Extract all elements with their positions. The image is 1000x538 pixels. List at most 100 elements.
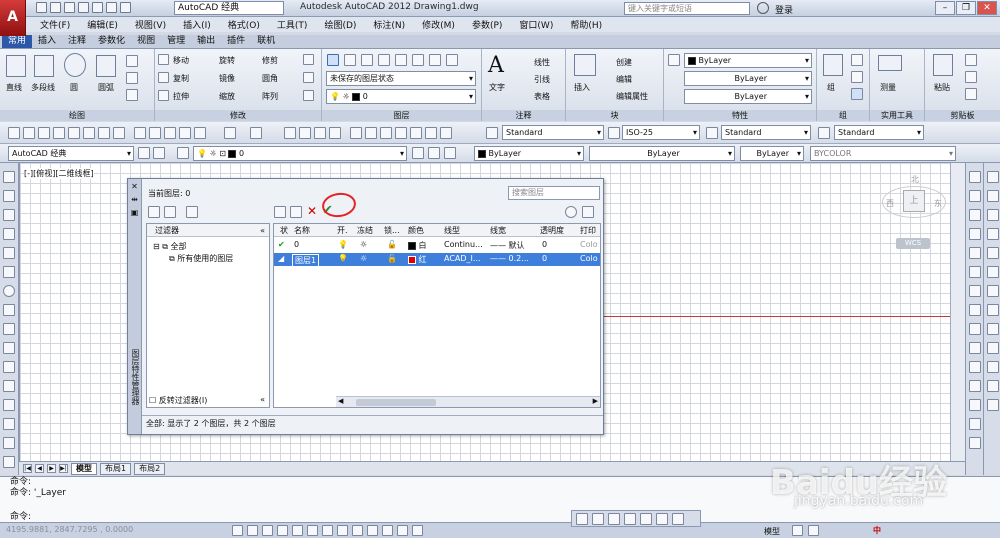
viewport-label[interactable]: [-][俯视][二维线框] <box>24 168 94 179</box>
menu-edit[interactable]: 编辑(E) <box>87 18 118 31</box>
next-layout-icon[interactable]: ▶ <box>47 464 56 473</box>
linetype-select[interactable]: ByLayer <box>684 71 812 86</box>
layer-plotstyle[interactable]: Colo <box>580 240 598 249</box>
layer-states-icon[interactable] <box>444 147 456 159</box>
group-select-icon[interactable] <box>851 88 863 100</box>
transparency-toggle-icon[interactable] <box>382 525 393 536</box>
layer-color[interactable]: 白 <box>408 240 427 251</box>
extend-icon[interactable] <box>969 361 981 373</box>
workspace-select[interactable]: AutoCAD 经典 <box>174 1 284 15</box>
quick-dim-icon[interactable] <box>987 323 999 335</box>
lineweight-control-select[interactable]: ByLayer <box>740 146 804 161</box>
match-properties-icon[interactable] <box>179 127 191 139</box>
revcloud-icon[interactable] <box>3 304 15 316</box>
wcs-menu[interactable]: WCS <box>896 238 930 249</box>
scroll-right-icon[interactable]: ▶ <box>593 397 598 405</box>
chamfer-icon[interactable] <box>969 418 981 430</box>
linetype-control-select[interactable]: ByLayer <box>589 146 735 161</box>
properties-group-title[interactable]: 特性 <box>664 110 816 121</box>
point-icon[interactable] <box>3 418 15 430</box>
visual-styles-icon[interactable] <box>672 513 684 525</box>
viewcube-compass[interactable] <box>882 186 946 218</box>
trim-button[interactable]: 修剪 <box>262 55 278 66</box>
layer-plotstyle[interactable]: Colo <box>580 254 598 263</box>
scroll-left-icon[interactable]: ◀ <box>338 397 343 405</box>
new-icon[interactable] <box>36 2 47 13</box>
layer-previous-icon[interactable] <box>378 54 390 66</box>
draw-group-title[interactable]: 绘图 <box>0 110 154 121</box>
tab-manage[interactable]: 管理 <box>161 35 191 48</box>
new-icon[interactable] <box>8 127 20 139</box>
circle-icon[interactable] <box>64 53 86 77</box>
publish-icon[interactable] <box>83 127 95 139</box>
table-row[interactable]: ◢ 图层1 💡 ☼ 🔓 红 ACAD_I... —— 0.2... 0 Colo <box>274 253 600 267</box>
array-icon[interactable] <box>969 247 981 259</box>
continuous-orbit-icon[interactable] <box>608 513 620 525</box>
table-button[interactable]: 表格 <box>534 91 550 102</box>
rotate-icon[interactable] <box>969 285 981 297</box>
markup-icon[interactable] <box>410 127 422 139</box>
edit-attributes-button[interactable]: 编辑属性 <box>616 91 648 102</box>
close-button[interactable]: ✕ <box>977 1 997 15</box>
quick-view-drawings-icon[interactable] <box>808 525 819 536</box>
break-icon[interactable] <box>969 380 981 392</box>
ime-indicator[interactable]: 中 <box>873 525 881 536</box>
menu-insert[interactable]: 插入(I) <box>183 18 211 31</box>
current-layer-select[interactable]: 💡 ☼ 0 <box>326 89 476 104</box>
selection-cycling-icon[interactable] <box>412 525 423 536</box>
scroll-thumb[interactable] <box>356 399 436 406</box>
mleader-style-icon[interactable] <box>818 127 830 139</box>
linear-dim-icon[interactable] <box>987 171 999 183</box>
sheet-set-icon[interactable] <box>395 127 407 139</box>
layer-name[interactable]: 图层1 <box>292 254 320 267</box>
tab-view[interactable]: 视图 <box>131 35 161 48</box>
first-layout-icon[interactable]: |◀ <box>23 464 32 473</box>
polygon-icon[interactable] <box>3 228 15 240</box>
layer-state-select[interactable]: 未保存的图层状态 <box>326 71 476 86</box>
diameter-dim-icon[interactable] <box>987 285 999 297</box>
collapse-icon[interactable]: « <box>260 224 265 237</box>
arc-icon[interactable] <box>96 55 116 77</box>
arc-icon[interactable] <box>3 266 15 278</box>
tab-output[interactable]: 输出 <box>191 35 221 48</box>
match-properties-icon[interactable] <box>668 54 680 66</box>
invert-filter-checkbox[interactable]: ☐ 反转过滤器(I) <box>149 395 207 406</box>
binoculars-icon[interactable] <box>757 2 769 14</box>
continue-dim-icon[interactable] <box>987 361 999 373</box>
help-icon[interactable] <box>440 127 452 139</box>
tab-model[interactable]: 模型 <box>71 462 97 475</box>
col-lock[interactable]: 锁... <box>384 225 400 236</box>
line-icon[interactable] <box>6 55 26 77</box>
jogged-dim-icon[interactable] <box>987 266 999 278</box>
menu-parametric[interactable]: 参数(P) <box>472 18 502 31</box>
collapse-icon[interactable]: « <box>260 395 265 404</box>
login-button[interactable]: 登录 <box>775 3 793 16</box>
block-group-title[interactable]: 块 <box>566 110 663 121</box>
layer-freeze-icon[interactable] <box>446 54 458 66</box>
region-icon[interactable] <box>126 89 138 101</box>
layer-linetype[interactable]: Continu... <box>444 240 483 249</box>
pan-icon[interactable] <box>284 127 296 139</box>
move-button[interactable]: 移动 <box>173 55 189 66</box>
layer-search-input[interactable]: 搜索图层 <box>508 186 600 200</box>
tab-insert[interactable]: 插入 <box>32 35 62 48</box>
tree-node-all[interactable]: ⊟ ⧉ 全部 <box>153 241 187 252</box>
horizontal-scrollbar[interactable]: ◀ ▶ <box>336 396 600 407</box>
erase-icon[interactable] <box>969 171 981 183</box>
new-layer-icon[interactable] <box>274 206 286 218</box>
insert-block-icon[interactable] <box>3 380 15 392</box>
make-block-icon[interactable] <box>3 399 15 411</box>
layer-states-manager-icon[interactable] <box>186 206 198 218</box>
clipboard-group-title[interactable]: 剪贴板 <box>925 110 1000 121</box>
text-icon[interactable] <box>3 456 15 468</box>
calculator-icon[interactable] <box>425 127 437 139</box>
cut-icon[interactable] <box>965 54 977 66</box>
help-search-input[interactable]: 键入关键字或短语 <box>624 2 750 15</box>
mirror-button[interactable]: 镜像 <box>219 73 235 84</box>
settings-icon[interactable] <box>582 206 594 218</box>
edit-block-button[interactable]: 编辑 <box>616 74 632 85</box>
grid-mode-icon[interactable] <box>247 525 258 536</box>
col-transparency[interactable]: 透明度 <box>540 225 564 236</box>
snap-mode-icon[interactable] <box>232 525 243 536</box>
tree-node-used[interactable]: ⧉ 所有使用的图层 <box>169 253 233 264</box>
